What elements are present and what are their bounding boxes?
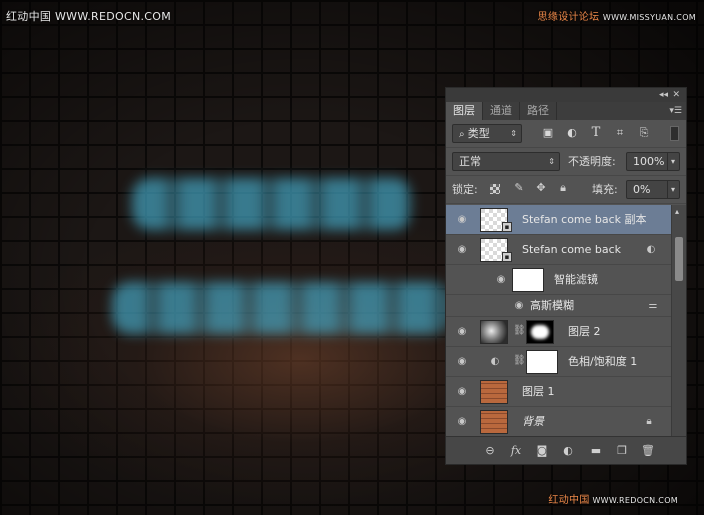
updown-icon: ⇕ [510, 129, 517, 138]
filter-kind-select[interactable]: ⌕ 类型 ⇕ [452, 124, 522, 143]
smart-filters-label[interactable]: 智能滤镜 [554, 265, 598, 295]
hue-saturation-icon[interactable]: ◐ [488, 355, 502, 369]
eye-icon[interactable]: ◉ [455, 385, 469, 399]
lock-row: 锁定: ✎ ✥ 🔒︎ 填充: 0% ▾ [446, 176, 686, 204]
link-icon[interactable]: ⊖ [482, 443, 498, 459]
fill-value: 0% [633, 183, 651, 196]
watermark-top-right-url: WWW.MISSYUAN.COM [602, 13, 696, 22]
filter-smart-object-icon[interactable]: ⎘ [636, 125, 652, 141]
panel-title-bar[interactable]: ◂◂ ✕ [446, 88, 686, 102]
eye-icon[interactable]: ◉ [455, 355, 469, 369]
layer-row[interactable]: ◉ ◐ ⛓︎ 色相/饱和度 1 [446, 347, 672, 377]
lock-all-icon[interactable]: 🔒︎ [556, 181, 570, 195]
updown-icon: ⇕ [548, 157, 555, 166]
layer-name[interactable]: 背景 [522, 407, 544, 437]
layer-name[interactable]: Stefan come back 副本 [522, 205, 647, 235]
layer-row[interactable]: ◉ 背景 🔒︎ [446, 407, 672, 437]
fx-icon[interactable]: fx [508, 443, 524, 459]
blend-mode-select[interactable]: 正常 ⇕ [452, 152, 560, 171]
blend-row: 正常 ⇕ 不透明度: 100% ▾ [446, 148, 686, 176]
watermark-bottom-right-text: 红动中国 [548, 495, 590, 506]
layer-name[interactable]: 图层 1 [522, 377, 555, 407]
filter-adjustment-icon[interactable]: ◐ [564, 125, 580, 141]
layer-row[interactable]: ◉ ⛓︎ 图层 2 [446, 317, 672, 347]
filter-blending-options-icon[interactable]: ⚌ [646, 299, 660, 313]
new-layer-icon[interactable]: ❐ [614, 443, 630, 459]
tab-channels[interactable]: 通道 [483, 102, 520, 120]
layers-scrollbar[interactable]: ▴ [671, 205, 686, 437]
fill-field[interactable]: 0% ▾ [626, 180, 680, 199]
filter-row: ⌕ 类型 ⇕ ▣ ◐ T ⌗ ⎘ [446, 120, 686, 148]
lock-icon: 🔒︎ [646, 416, 652, 427]
link-icon[interactable]: ⛓︎ [513, 325, 526, 336]
panel-tabs: 图层 通道 路径 ▾☰ [446, 102, 686, 120]
watermark-top-right-text: 思缘设计论坛 [537, 12, 600, 23]
layer-mask-thumbnail[interactable] [526, 350, 558, 374]
lock-transparency-icon[interactable] [490, 184, 500, 194]
new-adjustment-icon[interactable]: ◐ [560, 443, 576, 459]
watermark-top-right: 思缘设计论坛 WWW.MISSYUAN.COM [538, 8, 696, 23]
layers-list: ◉ ▪ Stefan come back 副本 ◉ ▪ Stefan come … [446, 205, 672, 437]
layer-thumbnail[interactable] [480, 410, 508, 434]
layer-thumbnail[interactable] [480, 320, 508, 344]
filter-toggle-switch[interactable] [670, 126, 679, 141]
watermark-bottom-right: 红动中国 WWW.REDOCN.COM [548, 491, 678, 506]
watermark-bottom-right-url: WWW.REDOCN.COM [592, 496, 678, 505]
layer-name[interactable]: Stefan come back [522, 235, 621, 265]
close-icon[interactable]: ✕ [672, 88, 680, 102]
search-icon: ⌕ [459, 129, 468, 140]
filter-row-item[interactable]: ◉ 高斯模糊 ⚌ [446, 295, 672, 317]
filter-shape-icon[interactable]: ⌗ [612, 125, 628, 141]
tab-layers[interactable]: 图层 [446, 102, 483, 120]
scroll-thumb[interactable] [675, 237, 683, 281]
chevron-down-icon[interactable]: ▾ [666, 153, 675, 170]
layer-row[interactable]: ◉ ▪ Stefan come back 副本 [446, 205, 672, 235]
opacity-value: 100% [633, 155, 665, 168]
smart-object-badge-icon: ▪ [502, 222, 512, 232]
watermark-top-left: 红动中国 WWW.REDOCN.COM [6, 10, 172, 23]
opacity-label: 不透明度: [568, 155, 616, 168]
new-group-icon[interactable]: ▬ [588, 443, 604, 459]
eye-icon[interactable]: ◉ [455, 325, 469, 339]
blend-mode-value: 正常 [459, 155, 481, 168]
tab-paths[interactable]: 路径 [520, 102, 557, 120]
filter-type-icon[interactable]: T [588, 125, 604, 141]
layer-thumbnail[interactable] [480, 380, 508, 404]
eye-icon[interactable]: ◉ [512, 299, 526, 313]
opacity-field[interactable]: 100% ▾ [626, 152, 680, 171]
smart-object-badge-icon: ▪ [502, 252, 512, 262]
panel-bottom-bar: ⊖ fx ◙ ◐ ▬ ❐ 🗑︎ [446, 436, 686, 464]
lock-paint-icon[interactable]: ✎ [512, 181, 526, 195]
filter-kind-value: 类型 [467, 127, 490, 140]
chevron-down-icon[interactable]: ▾ [666, 181, 675, 198]
layer-mask-thumbnail[interactable] [526, 320, 554, 344]
panel-menu-icon[interactable]: ▾☰ [669, 102, 682, 120]
layers-panel: ◂◂ ✕ 图层 通道 路径 ▾☰ ⌕ 类型 ⇕ ▣ ◐ T ⌗ ⎘ 正常 ⇕ 不… [445, 87, 687, 465]
eye-icon[interactable]: ◉ [455, 213, 469, 227]
eye-icon[interactable]: ◉ [455, 243, 469, 257]
filter-name[interactable]: 高斯模糊 [530, 295, 574, 317]
eye-icon[interactable]: ◉ [494, 273, 508, 287]
link-icon[interactable]: ⛓︎ [513, 355, 526, 366]
smart-filter-indicator-icon[interactable]: ◐ [644, 243, 658, 257]
add-mask-icon[interactable]: ◙ [534, 443, 550, 459]
layer-name[interactable]: 色相/饱和度 1 [568, 347, 637, 377]
layer-row[interactable]: ◉ ▪ Stefan come back ◐ [446, 235, 672, 265]
layer-name[interactable]: 图层 2 [568, 317, 601, 347]
eye-icon[interactable]: ◉ [455, 415, 469, 429]
smart-filters-row[interactable]: ◉ 智能滤镜 [446, 265, 672, 295]
smart-filter-mask-thumbnail[interactable] [512, 268, 544, 292]
lock-position-icon[interactable]: ✥ [534, 181, 548, 195]
layer-row[interactable]: ◉ 图层 1 [446, 377, 672, 407]
filter-pixel-icon[interactable]: ▣ [540, 125, 556, 141]
delete-layer-icon[interactable]: 🗑︎ [640, 443, 656, 459]
lock-label: 锁定: [452, 183, 478, 196]
fill-label: 填充: [592, 183, 618, 196]
collapse-icon[interactable]: ◂◂ [659, 88, 668, 102]
scroll-up-icon[interactable]: ▴ [675, 207, 679, 216]
